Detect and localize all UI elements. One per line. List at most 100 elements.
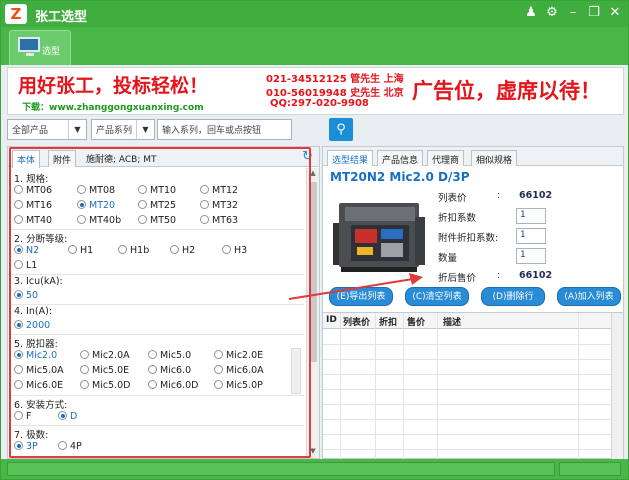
options-scrollbar[interactable]: ▲ ▼	[306, 168, 319, 458]
status-field-main	[7, 462, 555, 476]
option-mic2-0[interactable]: Mic2.0	[14, 350, 57, 361]
option-poles-3p[interactable]: 3P	[14, 441, 38, 452]
table-scrollbar[interactable]	[611, 313, 623, 459]
option-mic6-0e[interactable]: Mic6.0E	[14, 380, 63, 391]
option-h2[interactable]: H2	[170, 245, 195, 256]
option-l1[interactable]: L1	[14, 260, 37, 271]
close-icon[interactable]: ✕	[608, 5, 622, 21]
option-mt08[interactable]: MT08	[77, 185, 115, 196]
tab-product-info[interactable]: 产品信息	[377, 150, 424, 166]
restore-icon[interactable]: ❐	[587, 5, 601, 21]
option-mic5-0p[interactable]: Mic5.0P	[214, 380, 263, 391]
banner-download-url: 下载：www.zhanggongxuanxing.com	[22, 103, 204, 113]
discount-input[interactable]: 1	[516, 208, 546, 224]
option-mic6-0d[interactable]: Mic6.0D	[148, 380, 198, 391]
quantity-input[interactable]: 1	[516, 248, 546, 264]
banner-qq: QQ:297-020-9908	[270, 98, 369, 109]
trip-unit-scrollbar[interactable]	[291, 348, 301, 394]
left-tabs: 本体 附件 施耐德; ACB; MT ↻	[8, 147, 319, 168]
section-title: 3. Icu(kA):	[14, 276, 63, 287]
accessory-discount-input[interactable]: 1	[516, 228, 546, 244]
section-title: 7. 极数:	[14, 430, 49, 441]
option-mic5-0e[interactable]: Mic5.0E	[80, 365, 129, 376]
tab-agents[interactable]: 代理商	[427, 150, 465, 166]
option-mt63[interactable]: MT63	[200, 215, 238, 226]
scroll-down-icon[interactable]: ▼	[308, 447, 318, 457]
app-title: 张工选型	[35, 10, 88, 25]
gear-icon[interactable]: ⚙	[545, 5, 559, 21]
option-h1[interactable]: H1	[68, 245, 93, 256]
user-icon[interactable]: ♟	[524, 5, 538, 21]
section-title: 1. 规格:	[14, 174, 49, 185]
scroll-up-icon[interactable]: ▲	[308, 169, 318, 179]
option-mic2-0e[interactable]: Mic2.0E	[214, 350, 263, 361]
option-mt40b[interactable]: MT40b	[77, 215, 121, 226]
final-price-label: 折后售价	[438, 273, 477, 284]
option-mt10[interactable]: MT10	[138, 185, 176, 196]
status-bar	[1, 459, 628, 479]
search-input[interactable]: 输入系列，回车或点按钮	[157, 119, 292, 140]
option-mt40[interactable]: MT40	[14, 215, 52, 226]
breaker-image	[331, 193, 429, 275]
table-header: ID 列表价 折扣 售价 描述	[323, 313, 611, 329]
option-icu-50[interactable]: 50	[14, 290, 38, 301]
monitor-icon	[18, 37, 40, 52]
tab-accessories[interactable]: 附件	[48, 150, 77, 167]
tab-selection-label: 选型	[42, 47, 61, 57]
option-h3[interactable]: H3	[222, 245, 247, 256]
section-title: 6. 安装方式:	[14, 400, 68, 411]
options-list: 1. 规格: MT06 MT08 MT10 MT12 MT16 MT20 MT2…	[8, 168, 304, 458]
option-h1b[interactable]: H1b	[118, 245, 149, 256]
product-select[interactable]: 全部产品 ▼	[7, 119, 87, 140]
tab-similar[interactable]: 相似规格	[471, 150, 518, 166]
search-button[interactable]: ⚲	[329, 118, 353, 141]
option-n2[interactable]: N2	[14, 245, 39, 256]
refresh-icon[interactable]: ↻	[302, 149, 313, 164]
final-price-value: 66102	[519, 270, 553, 281]
banner-phone-shanghai: 021-34512125 管先生 上海	[266, 74, 404, 85]
banner-slogan: 用好张工，投标轻松！	[18, 75, 209, 97]
banner-ad-text: 广告位，虚席以待！	[412, 79, 601, 103]
app-window: Z 张工选型 ♟ ⚙ – ❐ ✕ 选型 用好张工，投标轻松！ 下载：www.zh…	[0, 0, 629, 480]
option-mt20[interactable]: MT20	[77, 200, 115, 211]
quantity-label: 数量	[438, 253, 458, 264]
option-install-d[interactable]: D	[58, 411, 77, 422]
option-mt12[interactable]: MT12	[200, 185, 238, 196]
right-tabs: 选型结果 产品信息 代理商 相似规格	[323, 147, 623, 166]
chevron-down-icon: ▼	[136, 120, 154, 139]
banner-phone-beijing: 010-56019948 史先生 北京	[266, 88, 404, 99]
search-icon: ⚲	[336, 122, 346, 137]
tab-results[interactable]: 选型结果	[327, 150, 374, 166]
status-field-side	[559, 462, 621, 476]
option-mt25[interactable]: MT25	[138, 200, 176, 211]
option-mt16[interactable]: MT16	[14, 200, 52, 211]
option-in-2000[interactable]: 2000	[14, 320, 50, 331]
add-to-list-button[interactable]: (A)加入列表	[557, 287, 621, 306]
list-price-label: 列表价	[438, 193, 467, 204]
option-mt32[interactable]: MT32	[200, 200, 238, 211]
chevron-down-icon: ▼	[68, 120, 86, 139]
product-info-label: 施耐德; ACB; MT	[86, 155, 157, 165]
minimize-icon[interactable]: –	[566, 5, 580, 21]
series-select[interactable]: 产品系列 ▼	[91, 119, 155, 140]
selection-panel: 本体 附件 施耐德; ACB; MT ↻ 1. 规格: MT06 MT08 MT…	[7, 146, 320, 459]
option-mic5-0a[interactable]: Mic5.0A	[14, 365, 64, 376]
window-controls: ♟ ⚙ – ❐ ✕	[524, 5, 622, 21]
quote-table[interactable]: ID 列表价 折扣 售价 描述	[323, 312, 623, 459]
section-title: 4. In(A):	[14, 306, 53, 317]
option-install-f[interactable]: F	[14, 411, 31, 422]
delete-row-button[interactable]: (D)删除行	[481, 287, 545, 306]
option-mt50[interactable]: MT50	[138, 215, 176, 226]
option-mic2-0a[interactable]: Mic2.0A	[80, 350, 130, 361]
ad-banner[interactable]: 用好张工，投标轻松！ 下载：www.zhanggongxuanxing.com …	[7, 67, 624, 115]
option-mic5-0d[interactable]: Mic5.0D	[80, 380, 130, 391]
option-mic5-0[interactable]: Mic5.0	[148, 350, 191, 361]
tab-selection[interactable]: 选型	[9, 30, 71, 65]
option-mt06[interactable]: MT06	[14, 185, 52, 196]
option-mic6-0a[interactable]: Mic6.0A	[214, 365, 264, 376]
tab-body[interactable]: 本体	[12, 150, 41, 168]
option-poles-4p[interactable]: 4P	[58, 441, 82, 452]
option-mic6-0[interactable]: Mic6.0	[148, 365, 191, 376]
annotation-arrow	[288, 273, 423, 300]
model-code: MT20N2 Mic2.0 D/3P	[330, 170, 470, 184]
